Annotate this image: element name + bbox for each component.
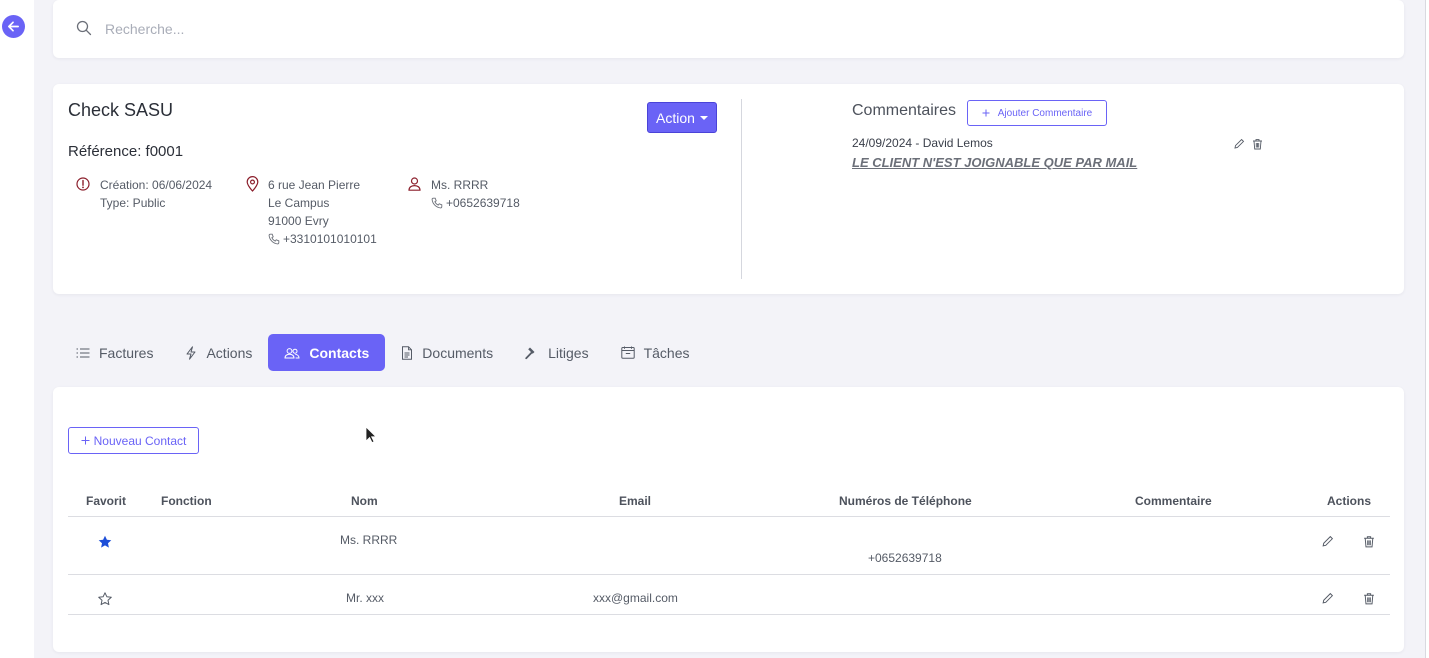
contact-phone: +0652639718 [868,551,942,565]
pencil-icon[interactable] [1321,535,1334,548]
main-contact-name: Ms. RRRR [431,178,489,192]
info-icon [76,177,90,191]
tab-label: Tâches [643,344,690,361]
location-pin-icon [246,176,259,192]
phone-icon [431,197,443,209]
comment-text: LE CLIENT N'EST JOIGNABLE QUE PAR MAIL [852,155,1138,170]
tab-label: Documents [422,344,494,361]
comment-meta: 24/09/2024 - David Lemos [852,136,993,150]
star-filled-icon[interactable] [98,535,112,549]
plus-icon [81,436,90,445]
creation-date: Création: 06/06/2024 [100,178,213,192]
new-contact-label: Nouveau Contact [93,433,187,448]
table-header: Favorit Fonction Nom Email Numéros de Té… [68,487,1390,517]
contacts-panel: Nouveau Contact Favorit Fonction Nom Ema… [53,387,1404,652]
header-favorite: Favorit [86,494,127,508]
header-phones: Numéros de Téléphone [839,494,972,508]
tab-label: Factures [99,344,154,361]
document-icon [402,345,413,360]
phone-icon [268,233,280,245]
tab-documents[interactable]: Documents [385,334,509,371]
address-phone: +3310101010101 [283,232,377,246]
trash-icon[interactable] [1363,535,1375,548]
header-function: Fonction [161,494,212,508]
scrollbar[interactable] [1425,0,1429,658]
tab-litiges[interactable]: Litiges [509,334,604,371]
calendar-icon [620,346,635,359]
address-line-3: 91000 Evry [268,214,329,228]
main-contact-phone-line: +0652639718 [431,194,520,212]
bolt-icon [186,345,196,360]
trash-icon[interactable] [1252,138,1263,150]
tab-contacts[interactable]: Contacts [268,334,386,371]
address-phone-line: +3310101010101 [268,230,377,248]
search-input[interactable] [105,18,705,40]
tab-label: Actions [206,344,253,361]
header-name: Nom [351,494,378,508]
address-line-1: 6 rue Jean Pierre [268,178,361,192]
vertical-divider [741,99,742,279]
tab-actions[interactable]: Actions [169,334,268,371]
table-row: Ms. RRRR +0652639718 [68,517,1390,575]
creation-info: Création: 06/06/2024 Type: Public [100,176,212,212]
trash-icon[interactable] [1363,592,1375,605]
company-name: Check SASU [68,100,174,120]
left-rail [0,0,34,658]
caret-down-icon [699,115,708,120]
add-comment-button[interactable]: Ajouter Commentaire [967,100,1107,126]
main-contact-block: Ms. RRRR +0652639718 [431,176,520,212]
header-comment: Commentaire [1135,494,1212,508]
pencil-icon[interactable] [1233,138,1245,150]
header-email: Email [619,494,652,508]
star-outline-icon[interactable] [98,592,112,606]
pencil-icon[interactable] [1321,592,1334,605]
contact-name: Mr. xxx [346,591,384,605]
users-icon [284,347,300,358]
add-comment-label: Ajouter Commentaire [997,107,1093,119]
contact-email: xxx@gmail.com [593,591,678,605]
contact-name: Ms. RRRR [340,533,398,547]
hammer-icon [525,347,535,359]
action-button-label: Action [656,109,695,126]
list-icon [76,348,90,357]
tab-label: Contacts [309,344,370,361]
plus-icon [982,109,990,117]
contacts-table: Favorit Fonction Nom Email Numéros de Té… [68,487,1390,615]
table-row: Mr. xxx xxx@gmail.com [68,575,1390,615]
new-contact-button[interactable]: Nouveau Contact [68,427,199,454]
search-card [53,0,1404,58]
arrow-left-icon [8,21,19,32]
address-line-2: Le Campus [268,196,330,210]
tab-factures[interactable]: Factures [60,334,169,371]
comments-title: Commentaires [852,102,957,119]
company-type: Type: Public [100,196,166,210]
company-card: Check SASU Référence: f0001 Action Créat… [53,84,1404,294]
tab-label: Litiges [548,344,589,361]
main-contact-phone: +0652639718 [446,196,520,210]
user-icon [408,177,421,191]
tab-bar: Factures Actions Contacts Documents Liti… [60,334,706,371]
search-icon [76,20,92,36]
mouse-cursor-icon [365,426,377,444]
back-button[interactable] [2,15,25,38]
address-block: 6 rue Jean Pierre Le Campus 91000 Evry +… [268,176,377,248]
company-reference: Référence: f0001 [68,143,184,160]
tab-taches[interactable]: Tâches [605,334,706,371]
action-dropdown-button[interactable]: Action [647,102,717,133]
header-actions: Actions [1327,494,1372,508]
